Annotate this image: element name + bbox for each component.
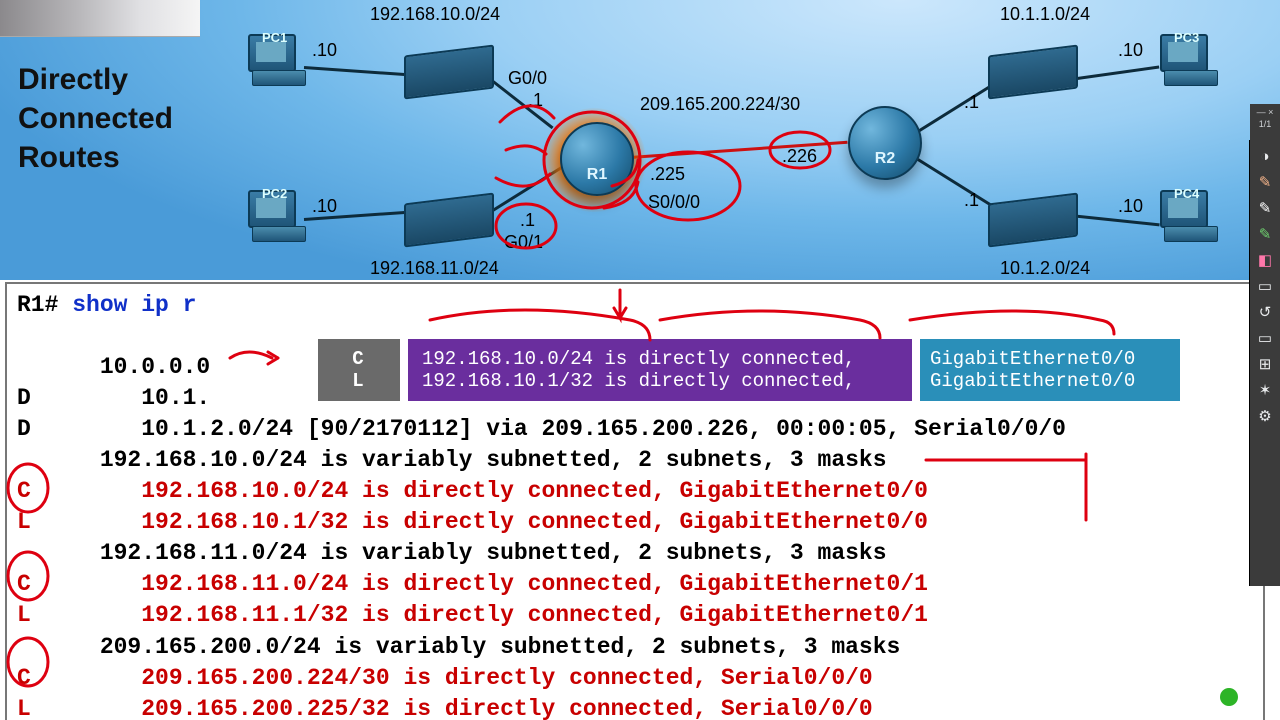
cli-line: L 209.165.200.225/32 is directly connect… <box>17 696 873 720</box>
cli-line: C 192.168.11.0/24 is directly connected,… <box>17 571 928 597</box>
cli-line: L 192.168.10.1/32 is directly connected,… <box>17 509 928 535</box>
pc2: PC2 <box>248 190 303 242</box>
cli-line: D 10.1. <box>17 385 210 411</box>
tool-eraser-icon[interactable]: ◧ <box>1254 250 1276 272</box>
net-label: 10.1.1.0/24 <box>1000 4 1090 25</box>
annotation-toolbar: — × 1/1 ◑ ✎ ✎ ✎ ◧ ▭ ↺ ▭ ⊞ ✶ ⚙ <box>1249 140 1280 586</box>
cli-command: show ip r <box>72 292 196 318</box>
router-r1: R1 <box>560 122 634 196</box>
ip-label: .225 <box>650 164 685 185</box>
pc-label: PC3 <box>1174 30 1199 45</box>
tool-effects-icon[interactable]: ✶ <box>1254 380 1276 402</box>
pc1: PC1 <box>248 34 303 86</box>
ip-label: .1 <box>964 190 979 211</box>
ip-label: .1 <box>520 210 535 231</box>
presentation-slide: Directly Connected Routes PC1 PC2 R1 R2 … <box>0 0 1280 720</box>
toolbar-header: — × 1/1 <box>1250 104 1280 142</box>
route-code-box: C L <box>318 339 400 401</box>
cli-line: 10.0.0.0 <box>17 354 210 380</box>
tool-image-icon[interactable]: ▭ <box>1254 328 1276 350</box>
cli-line: D 10.1.2.0/24 [90/2170112] via 209.165.2… <box>17 416 1066 442</box>
tool-pen-green-icon[interactable]: ✎ <box>1254 224 1276 246</box>
pc4: PC4 <box>1160 190 1215 242</box>
route-callout: C L 192.168.10.0/24 is directly connecte… <box>318 339 1180 401</box>
pc-label: PC1 <box>262 30 287 45</box>
ip-label: .10 <box>312 40 337 61</box>
route-desc: 192.168.10.1/32 is directly connected, <box>422 370 912 392</box>
router-r2: R2 <box>848 106 922 180</box>
iface-label: G0/0 <box>508 68 547 89</box>
net-label: 209.165.200.224/30 <box>640 94 800 115</box>
tool-grid-icon[interactable]: ⊞ <box>1254 354 1276 376</box>
net-label: 10.1.2.0/24 <box>1000 258 1090 279</box>
tool-pen-white-icon[interactable]: ✎ <box>1254 198 1276 220</box>
cli-line: C 209.165.200.224/30 is directly connect… <box>17 665 873 691</box>
cli-line: 209.165.200.0/24 is variably subnetted, … <box>17 634 900 660</box>
cli-prompt: R1# <box>17 292 58 318</box>
status-dot <box>1220 688 1238 706</box>
tool-pen-orange-icon[interactable]: ✎ <box>1254 172 1276 194</box>
ip-label: .1 <box>964 92 979 113</box>
route-iface-box: GigabitEthernet0/0 GigabitEthernet0/0 <box>920 339 1180 401</box>
net-label: 192.168.11.0/24 <box>370 258 499 279</box>
route-iface: GigabitEthernet0/0 <box>930 348 1180 370</box>
router-label: R2 <box>875 150 895 168</box>
ip-label: .10 <box>1118 40 1143 61</box>
cli-line: C 192.168.10.0/24 is directly connected,… <box>17 478 928 504</box>
ip-label: .10 <box>1118 196 1143 217</box>
tool-undo-icon[interactable]: ↺ <box>1254 302 1276 324</box>
route-iface: GigabitEthernet0/0 <box>930 370 1180 392</box>
tool-settings-icon[interactable]: ⚙ <box>1254 406 1276 428</box>
router-label: R1 <box>587 166 607 184</box>
tool-shape-icon[interactable]: ▭ <box>1254 276 1276 298</box>
route-desc: 192.168.10.0/24 is directly connected, <box>422 348 912 370</box>
ip-label: .226 <box>782 146 817 167</box>
route-codes: C L <box>352 348 365 392</box>
slide-title: Directly Connected Routes <box>18 60 203 177</box>
cli-line: 192.168.11.0/24 is variably subnetted, 2… <box>17 540 887 566</box>
pc-label: PC2 <box>262 186 287 201</box>
ip-label: .10 <box>312 196 337 217</box>
net-label: 192.168.10.0/24 <box>370 4 500 25</box>
logo-corner <box>0 0 200 37</box>
route-desc-box: 192.168.10.0/24 is directly connected, 1… <box>408 339 912 401</box>
pc-label: PC4 <box>1174 186 1199 201</box>
ip-label: .1 <box>528 90 543 111</box>
iface-label: S0/0/0 <box>648 192 700 213</box>
iface-label: G0/1 <box>504 232 543 253</box>
pc3: PC3 <box>1160 34 1215 86</box>
cli-line: L 192.168.11.1/32 is directly connected,… <box>17 602 928 628</box>
tool-marker-icon[interactable]: ◑ <box>1254 146 1276 168</box>
cli-line: 192.168.10.0/24 is variably subnetted, 2… <box>17 447 887 473</box>
